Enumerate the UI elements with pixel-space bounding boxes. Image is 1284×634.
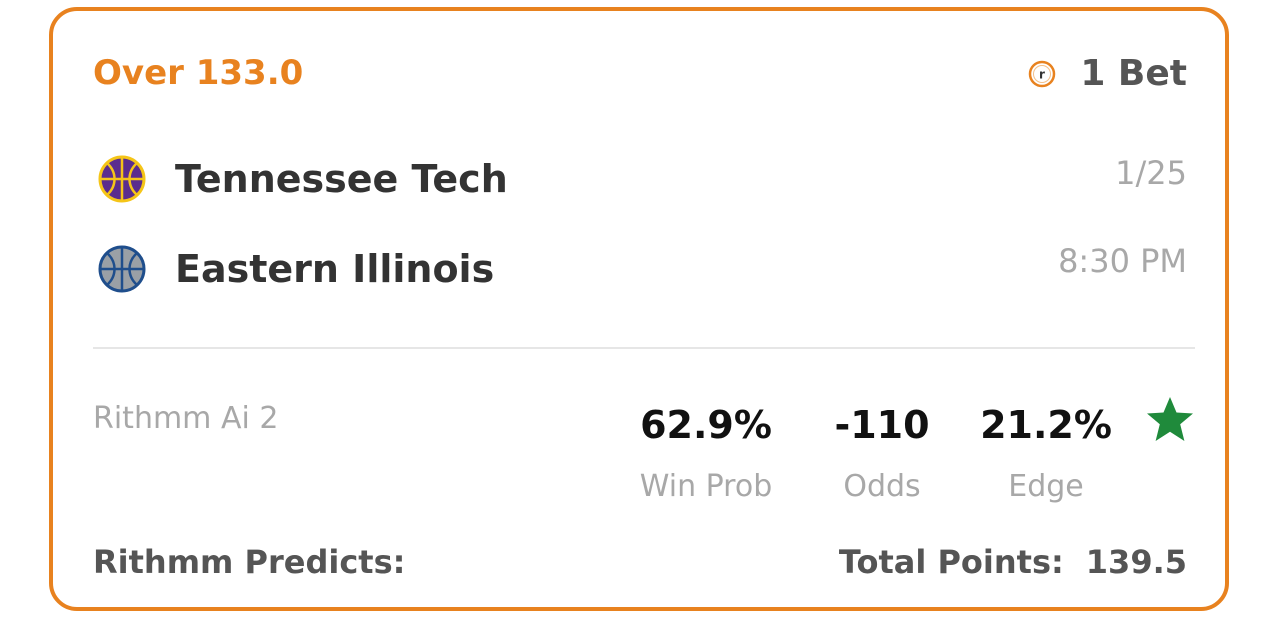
edge-value: 21.2% xyxy=(980,403,1112,447)
team-name: Eastern Illinois xyxy=(175,247,495,291)
odds-label: Odds xyxy=(843,469,921,504)
win-prob-label: Win Prob xyxy=(639,469,773,504)
svg-text:r: r xyxy=(1039,67,1045,81)
edge-label: Edge xyxy=(1008,469,1084,504)
team-row-home: Tennessee Tech xyxy=(97,154,508,204)
star-icon[interactable] xyxy=(1145,395,1195,445)
bet-pick: Over 133.0 xyxy=(93,53,304,93)
bets-count[interactable]: r 1 Bet xyxy=(1028,53,1187,94)
bet-card[interactable]: Over 133.0 r 1 Bet Tennessee Tech Easter… xyxy=(49,7,1229,611)
total-points-value: 139.5 xyxy=(1085,543,1187,581)
win-prob-value: 62.9% xyxy=(640,403,772,447)
team-row-away: Eastern Illinois xyxy=(97,244,494,294)
game-date: 1/25 xyxy=(1115,154,1187,192)
odds-value: -110 xyxy=(834,403,930,447)
rithmm-coin-icon: r xyxy=(1029,60,1056,87)
team-name: Tennessee Tech xyxy=(175,157,508,201)
prediction-total: Total Points: 139.5 xyxy=(839,543,1187,581)
model-name: Rithmm Ai 2 xyxy=(93,401,279,436)
prediction-label: Rithmm Predicts: xyxy=(93,543,406,581)
basketball-icon xyxy=(98,155,146,203)
divider xyxy=(93,347,1195,349)
total-points-label: Total Points: xyxy=(838,543,1064,581)
game-time: 8:30 PM xyxy=(1058,242,1187,280)
bets-label: 1 Bet xyxy=(1080,53,1187,94)
basketball-icon xyxy=(98,245,146,293)
